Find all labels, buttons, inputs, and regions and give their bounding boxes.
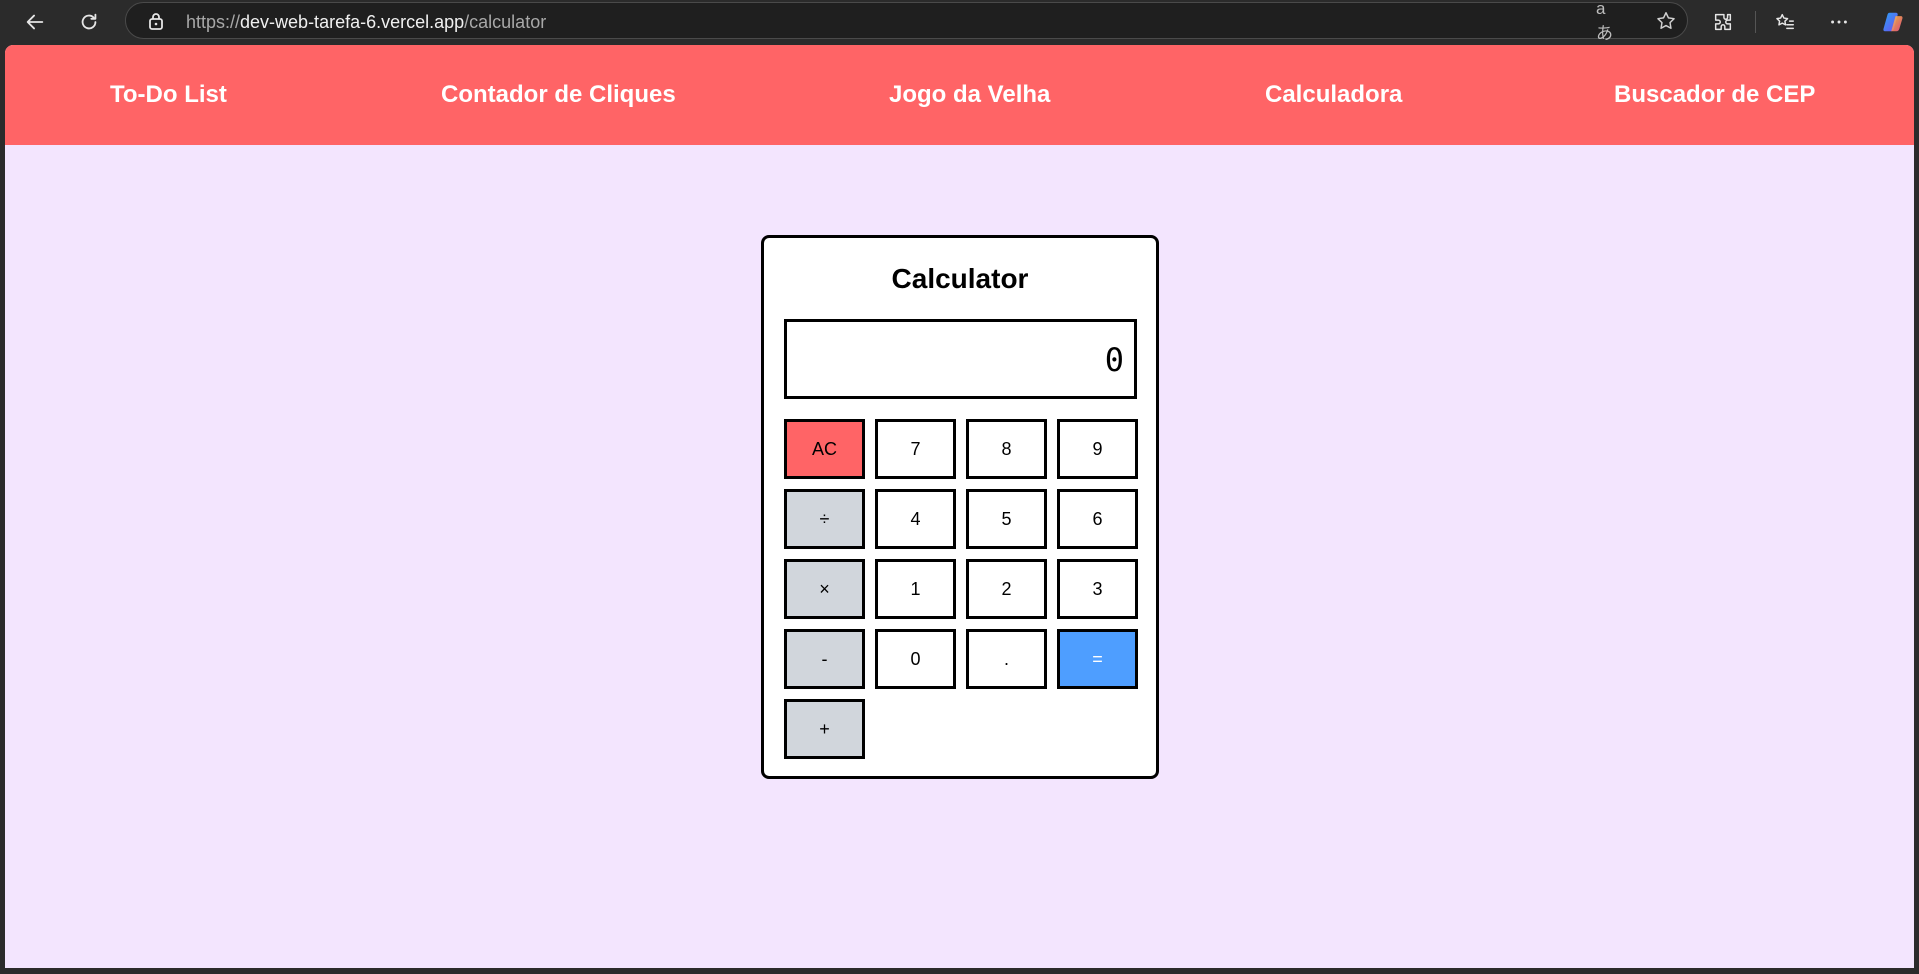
digit-8-button[interactable]: 8 [966, 419, 1047, 479]
toolbar-divider [1755, 11, 1756, 33]
subtract-button[interactable]: - [784, 629, 865, 689]
nav-link-contador-de-cliques[interactable]: Contador de Cliques [441, 81, 676, 109]
url-scheme: https:// [186, 12, 241, 32]
nav-link-buscador-de-cep[interactable]: Buscador de CEP [1614, 81, 1815, 109]
top-navigation: To-Do List Contador de Cliques Jogo da V… [5, 45, 1914, 145]
favorite-star-icon[interactable] [1654, 9, 1678, 33]
back-icon[interactable] [18, 5, 52, 39]
digit-3-button[interactable]: 3 [1057, 559, 1138, 619]
add-button[interactable]: + [784, 699, 865, 759]
clear-button[interactable]: AC [784, 419, 865, 479]
copilot-icon[interactable] [1876, 5, 1910, 39]
calculator-display: 0 [784, 319, 1137, 399]
nav-link-jogo-da-velha[interactable]: Jogo da Velha [889, 81, 1050, 109]
digit-6-button[interactable]: 6 [1057, 489, 1138, 549]
favorites-list-icon[interactable] [1768, 5, 1802, 39]
url-text[interactable]: https://dev-web-tarefa-6.vercel.app/calc… [186, 12, 546, 33]
url-path: /calculator [464, 12, 547, 32]
refresh-icon[interactable] [72, 5, 106, 39]
more-icon[interactable] [1822, 5, 1856, 39]
digit-4-button[interactable]: 4 [875, 489, 956, 549]
digit-9-button[interactable]: 9 [1057, 419, 1138, 479]
digit-5-button[interactable]: 5 [966, 489, 1047, 549]
digit-1-button[interactable]: 1 [875, 559, 956, 619]
translate-icon[interactable]: aあ [1596, 0, 1620, 43]
digit-7-button[interactable]: 7 [875, 419, 956, 479]
multiply-button[interactable]: × [784, 559, 865, 619]
address-bar[interactable]: https://dev-web-tarefa-6.vercel.app/calc… [125, 0, 1688, 43]
browser-toolbar: https://dev-web-tarefa-6.vercel.app/calc… [0, 0, 1919, 44]
extensions-icon[interactable] [1706, 5, 1740, 39]
page-viewport: To-Do List Contador de Cliques Jogo da V… [5, 45, 1914, 968]
digit-0-button[interactable]: 0 [875, 629, 956, 689]
url-host: dev-web-tarefa-6.vercel.app [240, 12, 465, 32]
divide-button[interactable]: ÷ [784, 489, 865, 549]
calculator-title: Calculator [891, 263, 1029, 294]
digit-2-button[interactable]: 2 [966, 559, 1047, 619]
lock-icon[interactable] [146, 11, 166, 31]
decimal-button[interactable]: . [966, 629, 1047, 689]
translate-glyph: aあ [1596, 0, 1613, 43]
equals-button[interactable]: = [1057, 629, 1138, 689]
calculator-card: Calculator 0 AC 7 8 9 ÷ 4 5 6 × 1 2 3 - … [761, 235, 1159, 779]
nav-link-calculadora[interactable]: Calculadora [1265, 81, 1402, 109]
nav-link-todo-list[interactable]: To-Do List [110, 81, 227, 109]
